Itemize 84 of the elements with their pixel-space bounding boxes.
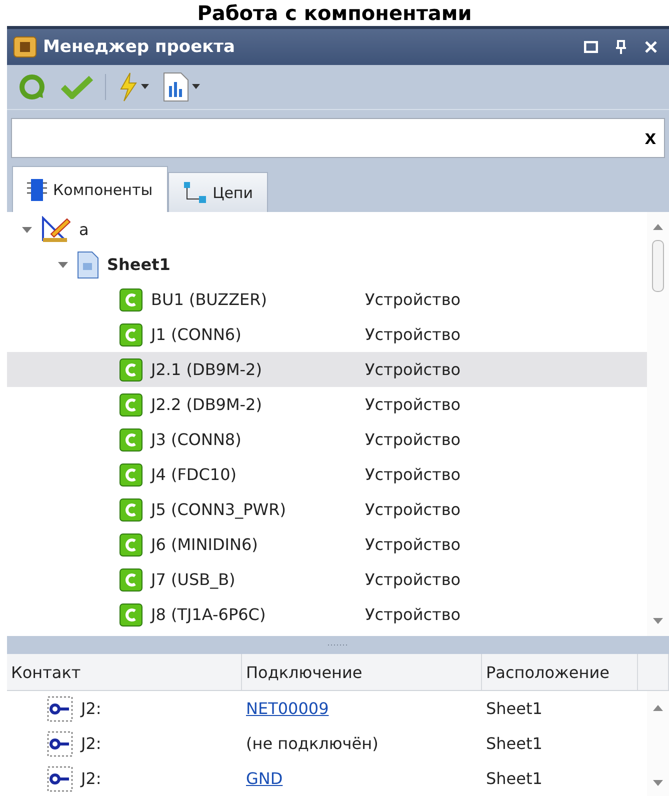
net-link[interactable]: NET00009: [242, 699, 482, 718]
search-field[interactable]: x: [11, 118, 665, 158]
component-name: J3 (CONN8): [151, 430, 242, 449]
component-row[interactable]: J6 (MINIDIN6) Устройство: [7, 527, 647, 562]
contact-text: J2:: [81, 769, 102, 788]
scroll-down-icon[interactable]: [653, 778, 663, 788]
component-icon: [119, 392, 143, 416]
tab[interactable]: Компоненты: [12, 166, 168, 212]
ruler-pencil-icon: [41, 216, 71, 244]
component-type: Устройство: [365, 465, 461, 484]
component-icon: [119, 568, 143, 592]
component-icon: [119, 498, 143, 522]
column-header[interactable]: Контакт: [7, 654, 242, 690]
component-icon: [119, 358, 143, 382]
component-name: J6 (MINIDIN6): [151, 535, 259, 554]
location-cell-text: Sheet1: [485, 699, 544, 718]
dropdown-caret-icon: [192, 84, 200, 90]
scroll-up-icon[interactable]: [653, 222, 663, 232]
connection-cell-text: (не подключён): [245, 734, 380, 753]
net-icon: [182, 180, 207, 204]
component-row[interactable]: J2.1 (DB9M-2) Устройство: [7, 352, 647, 387]
component-row[interactable]: J1 (CONN6) Устройство: [7, 317, 647, 352]
component-row[interactable]: J2.2 (DB9M-2) Устройство: [7, 387, 647, 422]
tree-item[interactable]: Sheet1: [107, 255, 170, 274]
component-name: J2.1 (DB9M-2): [151, 360, 263, 379]
tab[interactable]: Цепи: [168, 172, 268, 212]
scrollbar[interactable]: [647, 212, 669, 636]
component-name: J7 (USB_B): [151, 570, 236, 589]
component-type: Устройство: [365, 360, 461, 379]
location-cell-text: Sheet1: [485, 734, 544, 753]
dropdown-caret-icon: [141, 84, 149, 90]
pin-icon: [47, 766, 73, 792]
component-type: Устройство: [365, 605, 461, 624]
component-icon: [119, 532, 143, 556]
component-type: Устройство: [365, 325, 461, 344]
contact-text: J2:: [81, 734, 102, 753]
component-icon: [119, 462, 143, 486]
component-type: Устройство: [365, 430, 461, 449]
component-type: Устройство: [365, 500, 461, 519]
column-header[interactable]: Подключение: [242, 654, 482, 690]
component-row[interactable]: J8 (TJ1A-6P6C) Устройство: [7, 597, 647, 632]
component-row[interactable]: BU1 (BUZZER) Устройство: [7, 282, 647, 317]
expand-caret-icon[interactable]: [57, 260, 69, 270]
board-icon: [13, 35, 37, 59]
component-type: Устройство: [365, 290, 461, 309]
page-heading: Работа с компонентами: [196, 0, 473, 26]
scroll-down-icon[interactable]: [653, 616, 663, 626]
pin-icon: [47, 730, 73, 756]
document-icon: [77, 250, 99, 278]
contact-text: J2:: [81, 699, 102, 718]
location-cell-text: Sheet1: [485, 769, 544, 788]
scroll-up-icon[interactable]: [653, 703, 663, 713]
maximize-icon: [584, 41, 598, 53]
column-header[interactable]: Расположение: [482, 654, 638, 690]
net-link[interactable]: GND: [242, 769, 482, 788]
report-dropdown-button[interactable]: [161, 70, 202, 104]
scrollbar[interactable]: [647, 691, 669, 796]
component-row[interactable]: J3 (CONN8) Устройство: [7, 422, 647, 457]
component-name: J1 (CONN6): [151, 325, 242, 344]
pin-icon: [615, 40, 627, 54]
expand-caret-icon[interactable]: [21, 224, 33, 234]
component-icon: [119, 322, 143, 346]
window-title: Менеджер проекта: [43, 37, 236, 57]
pin-icon: [47, 696, 73, 722]
component-name: J5 (CONN3_PWR): [151, 500, 287, 519]
tree-item[interactable]: a: [79, 220, 89, 239]
component-name: J8 (TJ1A-6P6C): [151, 605, 267, 624]
close-icon: [644, 40, 658, 54]
component-name: J4 (FDC10): [151, 465, 238, 484]
component-icon: [119, 288, 143, 312]
chip-icon: [27, 178, 47, 202]
component-icon: [119, 602, 143, 626]
component-type: Устройство: [365, 535, 461, 554]
check-button[interactable]: [59, 73, 95, 101]
clear-button[interactable]: x: [642, 126, 658, 150]
component-row[interactable]: J4 (FDC10) Устройство: [7, 457, 647, 492]
component-row[interactable]: J7 (USB_B) Устройство: [7, 562, 647, 597]
component-row[interactable]: J5 (CONN3_PWR) Устройство: [7, 492, 647, 527]
component-name: BU1 (BUZZER): [151, 290, 268, 309]
component-type: Устройство: [365, 570, 461, 589]
component-icon: [119, 428, 143, 452]
component-name: J2.2 (DB9M-2): [151, 395, 263, 414]
component-type: Устройство: [365, 395, 461, 414]
scroll-thumb[interactable]: [652, 240, 664, 292]
